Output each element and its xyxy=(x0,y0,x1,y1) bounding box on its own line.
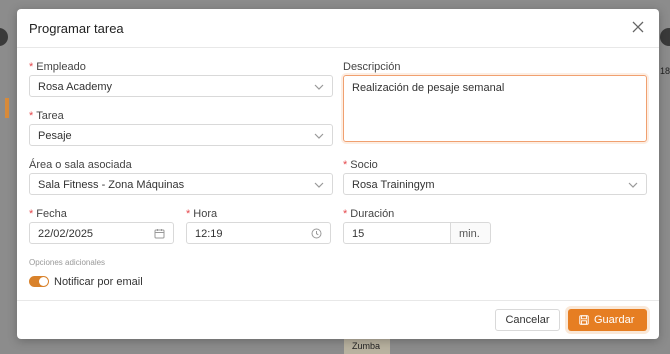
area-label: Área o sala asociada xyxy=(29,159,132,171)
member-select[interactable]: Rosa Trainingym xyxy=(343,173,647,195)
background-marker xyxy=(5,98,9,118)
duration-input[interactable]: 15 xyxy=(343,222,451,244)
task-value: Pesaje xyxy=(38,130,72,142)
calendar-icon xyxy=(154,229,165,239)
clock-icon xyxy=(311,228,322,239)
background-text: 18 xyxy=(659,66,670,76)
task-select[interactable]: Pesaje xyxy=(29,124,333,146)
chevron-down-icon xyxy=(314,133,324,139)
area-select[interactable]: Sala Fitness - Zona Máquinas xyxy=(29,173,333,195)
area-value: Sala Fitness - Zona Máquinas xyxy=(38,179,185,191)
description-textarea[interactable]: Realización de pesaje semanal xyxy=(343,75,647,142)
chevron-down-icon xyxy=(314,84,324,90)
employee-value: Rosa Academy xyxy=(38,81,112,93)
date-label: * Fecha xyxy=(29,208,67,220)
description-label: Descripción xyxy=(343,61,401,73)
dialog-footer-divider xyxy=(17,300,659,301)
notify-email-toggle[interactable] xyxy=(29,276,49,287)
member-label: * Socio xyxy=(343,159,378,171)
duration-unit: min. xyxy=(451,222,491,244)
save-button[interactable]: Guardar xyxy=(568,309,647,331)
close-icon[interactable] xyxy=(631,20,645,34)
required-mark: * xyxy=(343,159,348,171)
employee-select[interactable]: Rosa Academy xyxy=(29,75,333,97)
save-icon xyxy=(579,315,589,325)
required-mark: * xyxy=(29,110,34,122)
chevron-down-icon xyxy=(628,182,638,188)
background-event: Zumba xyxy=(344,338,390,354)
time-input[interactable]: 12:19 xyxy=(186,222,331,244)
date-value: 22/02/2025 xyxy=(38,228,94,240)
employee-label: * Empleado xyxy=(29,61,86,73)
task-label: * Tarea xyxy=(29,110,64,122)
cancel-button[interactable]: Cancelar xyxy=(495,309,560,331)
save-label: Guardar xyxy=(594,314,635,326)
schedule-task-dialog: Programar tarea * Empleado Rosa Academy *… xyxy=(17,9,659,339)
dialog-header: Programar tarea xyxy=(17,9,659,48)
time-value: 12:19 xyxy=(195,228,223,240)
description-value: Realización de pesaje semanal xyxy=(352,82,505,94)
notify-email-label: Notificar por email xyxy=(54,276,143,288)
additional-options-title: Opciones adicionales xyxy=(29,258,106,267)
chevron-down-icon xyxy=(314,182,324,188)
duration-label: * Duración xyxy=(343,208,395,220)
date-input[interactable]: 22/02/2025 xyxy=(29,222,174,244)
member-value: Rosa Trainingym xyxy=(352,179,435,191)
dialog-title: Programar tarea xyxy=(29,21,124,36)
toggle-knob xyxy=(39,277,48,286)
duration-value: 15 xyxy=(352,228,365,240)
required-mark: * xyxy=(343,208,348,220)
required-mark: * xyxy=(186,208,191,220)
time-label: * Hora xyxy=(186,208,218,220)
required-mark: * xyxy=(29,61,34,73)
required-mark: * xyxy=(29,208,34,220)
